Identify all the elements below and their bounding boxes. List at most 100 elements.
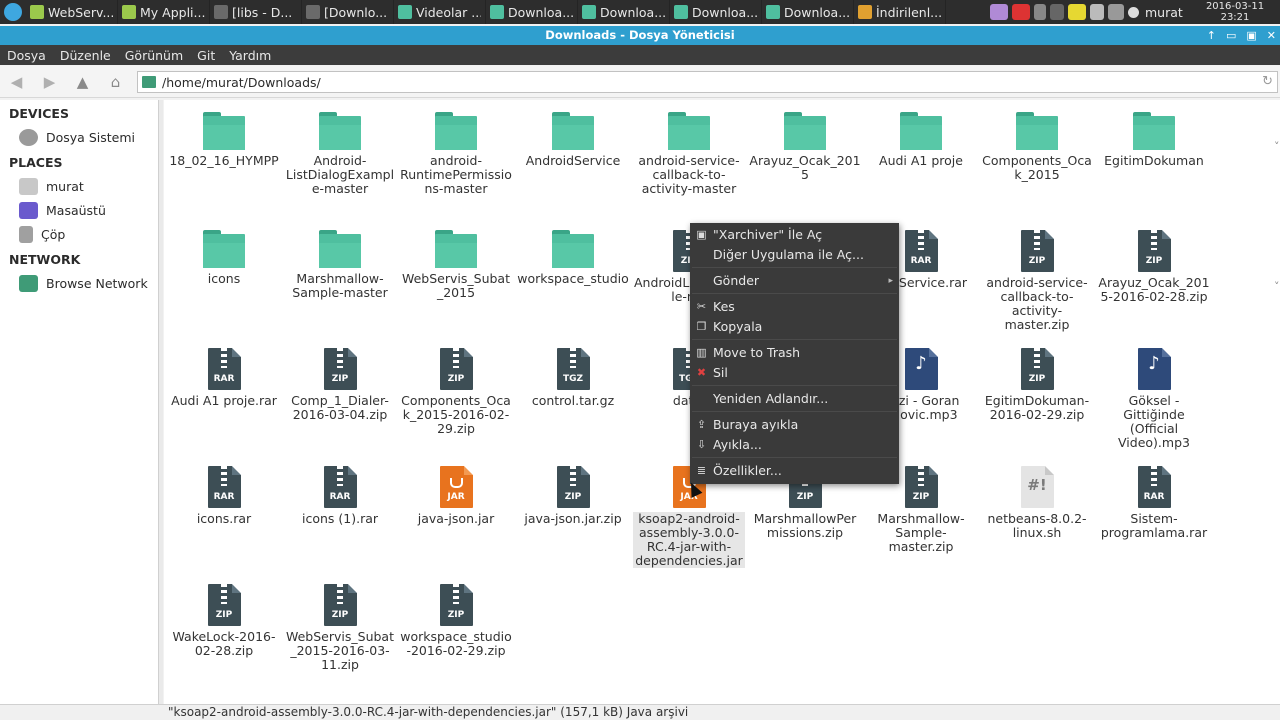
folder-item[interactable]: WebServis_Subat_2015 bbox=[400, 218, 512, 300]
recorder-icon[interactable] bbox=[1012, 4, 1030, 20]
folder-item[interactable]: Android-ListDialogExample-master bbox=[284, 100, 396, 196]
taskbar-button[interactable]: WebServ... bbox=[26, 0, 118, 24]
taskbar-button[interactable]: Downloa... bbox=[486, 0, 578, 24]
clock[interactable]: 2016-03-11 23:21 bbox=[1192, 0, 1278, 24]
archive-icon: TGZ bbox=[556, 348, 590, 390]
context-menu-item[interactable]: ⇪ Buraya ayıkla bbox=[690, 415, 899, 435]
file-name: AndroidService bbox=[525, 153, 621, 168]
file-item[interactable]: RAR Audi A1 proje.rar bbox=[168, 336, 280, 408]
taskbar-button[interactable]: [libs - D... bbox=[210, 0, 302, 24]
partially-visible-item[interactable]: ˅ bbox=[1274, 140, 1280, 153]
menu-yardim[interactable]: Yardım bbox=[222, 48, 278, 63]
up-button[interactable]: ▲ bbox=[66, 67, 99, 97]
file-name: Components_Ocak_2015 bbox=[982, 153, 1092, 182]
context-menu-item[interactable]: Yeniden Adlandır... bbox=[690, 389, 899, 409]
folder-item[interactable]: 18_02_16_HYMPP bbox=[168, 100, 280, 168]
keep-above-button[interactable]: ↑ bbox=[1207, 26, 1216, 45]
sidebar-item-browse-network[interactable]: Browse Network bbox=[0, 271, 158, 295]
archive-icon: ZIP bbox=[556, 466, 590, 508]
sidebar-item-trash[interactable]: Çöp bbox=[0, 222, 158, 246]
folder-item[interactable]: icons bbox=[168, 218, 280, 286]
maximize-button[interactable]: ▣ bbox=[1246, 26, 1256, 45]
sidebar-splitter[interactable] bbox=[159, 100, 163, 706]
back-button[interactable]: ◀ bbox=[0, 67, 33, 97]
user-menu[interactable]: murat bbox=[1128, 0, 1183, 24]
context-menu-item[interactable]: ▣ "Xarchiver" İle Aç bbox=[690, 225, 899, 245]
file-item[interactable]: ZIP workspace_studio-2016-02-29.zip bbox=[400, 572, 512, 658]
sidebar-item-home[interactable]: murat bbox=[0, 174, 158, 198]
taskbar-button[interactable]: Downloa... bbox=[762, 0, 854, 24]
context-menu-item[interactable]: ▥ Move to Trash bbox=[690, 343, 899, 363]
sidebar-item-label: Çöp bbox=[41, 226, 66, 242]
file-item[interactable]: RAR Sistem-programlama.rar bbox=[1098, 454, 1210, 540]
context-menu: ▣ "Xarchiver" İle Aç Diğer Uygulama ile Aç… bbox=[690, 223, 899, 484]
menu-dosya[interactable]: Dosya bbox=[0, 48, 53, 63]
file-item[interactable]: ZIP WakeLock-2016-02-28.zip bbox=[168, 572, 280, 658]
folder-item[interactable]: Components_Ocak_2015 bbox=[981, 100, 1093, 182]
signal-icon[interactable] bbox=[1034, 4, 1046, 20]
file-item[interactable]: JAR java-json.jar bbox=[400, 454, 512, 526]
file-item[interactable]: RAR icons (1).rar bbox=[284, 454, 396, 526]
folder-item[interactable]: AndroidService bbox=[517, 100, 629, 168]
network-icon[interactable] bbox=[1050, 4, 1064, 20]
sidebar-item-label: Masaüstü bbox=[46, 202, 106, 218]
sidebar-item-filesystem[interactable]: Dosya Sistemi bbox=[0, 125, 158, 149]
context-menu-item[interactable]: Gönder ▸ bbox=[690, 271, 899, 291]
taskbar-button-label: Videolar ... bbox=[416, 4, 481, 20]
folder-item[interactable]: android-RuntimePermissions-master bbox=[400, 100, 512, 196]
context-menu-item[interactable]: ✖ Sil bbox=[690, 363, 899, 383]
reload-icon[interactable]: ↻ bbox=[1262, 74, 1273, 89]
folder-item[interactable]: Marshmallow-Sample-master bbox=[284, 218, 396, 300]
minimize-button[interactable]: ▭ bbox=[1226, 26, 1236, 45]
taskbar-button[interactable]: [Downlo... bbox=[302, 0, 394, 24]
location-bar[interactable]: /home/murat/Downloads/ ↻ bbox=[137, 71, 1278, 93]
taskbar-button[interactable]: İndirilenl... bbox=[854, 0, 946, 24]
folder-item[interactable]: Arayuz_Ocak_2015 bbox=[749, 100, 861, 182]
notes-icon[interactable] bbox=[1068, 4, 1086, 20]
folder-item[interactable]: android-service-callback-to-activity-mas… bbox=[633, 100, 745, 196]
taskbar-button[interactable]: Downloa... bbox=[578, 0, 670, 24]
app-menu-button[interactable] bbox=[0, 0, 26, 24]
partially-visible-item[interactable]: ˅ bbox=[1274, 280, 1280, 293]
sidebar-item-label: Browse Network bbox=[46, 275, 148, 291]
menu-git[interactable]: Git bbox=[190, 48, 222, 63]
file-item[interactable]: ♪ Göksel - Gittiğinde (Official Video).mp… bbox=[1098, 336, 1210, 450]
file-item[interactable]: TGZ control.tar.gz bbox=[517, 336, 629, 408]
file-item[interactable]: RAR icons.rar bbox=[168, 454, 280, 526]
file-item[interactable]: ZIP EgitimDokuman-2016-02-29.zip bbox=[981, 336, 1093, 422]
tray-app-icon[interactable] bbox=[990, 4, 1008, 20]
context-menu-item[interactable]: ⇩ Ayıkla... bbox=[690, 435, 899, 455]
file-name: icons (1).rar bbox=[301, 511, 379, 526]
home-button[interactable]: ⌂ bbox=[99, 67, 132, 97]
file-name: ksoap2-android-assembly-3.0.0-RC.4-jar-w… bbox=[633, 512, 745, 568]
file-item[interactable]: #! netbeans-8.0.2-linux.sh bbox=[981, 454, 1093, 540]
file-item[interactable]: ZIP Components_Ocak_2015-2016-02-29.zip bbox=[400, 336, 512, 436]
close-button[interactable]: ✕ bbox=[1267, 26, 1276, 45]
file-item[interactable]: ZIP Arayuz_Ocak_2015-2016-02-28.zip bbox=[1098, 218, 1210, 304]
archive-icon: ZIP bbox=[207, 584, 241, 626]
context-menu-item[interactable]: ✂ Kes bbox=[690, 297, 899, 317]
folder-icon bbox=[319, 112, 361, 150]
battery-icon[interactable] bbox=[1108, 4, 1124, 20]
context-menu-item[interactable]: ❐ Kopyala bbox=[690, 317, 899, 337]
context-menu-item[interactable]: Diğer Uygulama ile Aç... bbox=[690, 245, 899, 265]
taskbar-button[interactable]: Downloa... bbox=[670, 0, 762, 24]
folder-item[interactable]: workspace_studio bbox=[517, 218, 629, 286]
file-item[interactable]: ZIP android-service-callback-to-activity-… bbox=[981, 218, 1093, 332]
taskbar-button[interactable]: Videolar ... bbox=[394, 0, 486, 24]
file-item[interactable]: ZIP java-json.jar.zip bbox=[517, 454, 629, 526]
taskbar-button[interactable]: My Appli... bbox=[118, 0, 210, 24]
file-item[interactable]: ZIP WebServis_Subat_2015-2016-03-11.zip bbox=[284, 572, 396, 672]
sidebar-item-label: murat bbox=[46, 178, 84, 194]
sidebar-item-desktop[interactable]: Masaüstü bbox=[0, 198, 158, 222]
menu-gorunum[interactable]: Görünüm bbox=[118, 48, 190, 63]
menu-duzenle[interactable]: Düzenle bbox=[53, 48, 118, 63]
context-menu-item[interactable]: ≣ Özellikler... bbox=[690, 461, 899, 481]
forward-button[interactable]: ▶ bbox=[33, 67, 66, 97]
file-item[interactable]: ZIP Comp_1_Dialer-2016-03-04.zip bbox=[284, 336, 396, 422]
window-titlebar[interactable]: Downloads - Dosya Yöneticisi ↑ ▭ ▣ ✕ bbox=[0, 26, 1280, 45]
volume-icon[interactable] bbox=[1090, 4, 1104, 20]
folder-icon bbox=[900, 112, 942, 150]
folder-item[interactable]: EgitimDokuman bbox=[1098, 100, 1210, 168]
folder-item[interactable]: Audi A1 proje bbox=[865, 100, 977, 168]
